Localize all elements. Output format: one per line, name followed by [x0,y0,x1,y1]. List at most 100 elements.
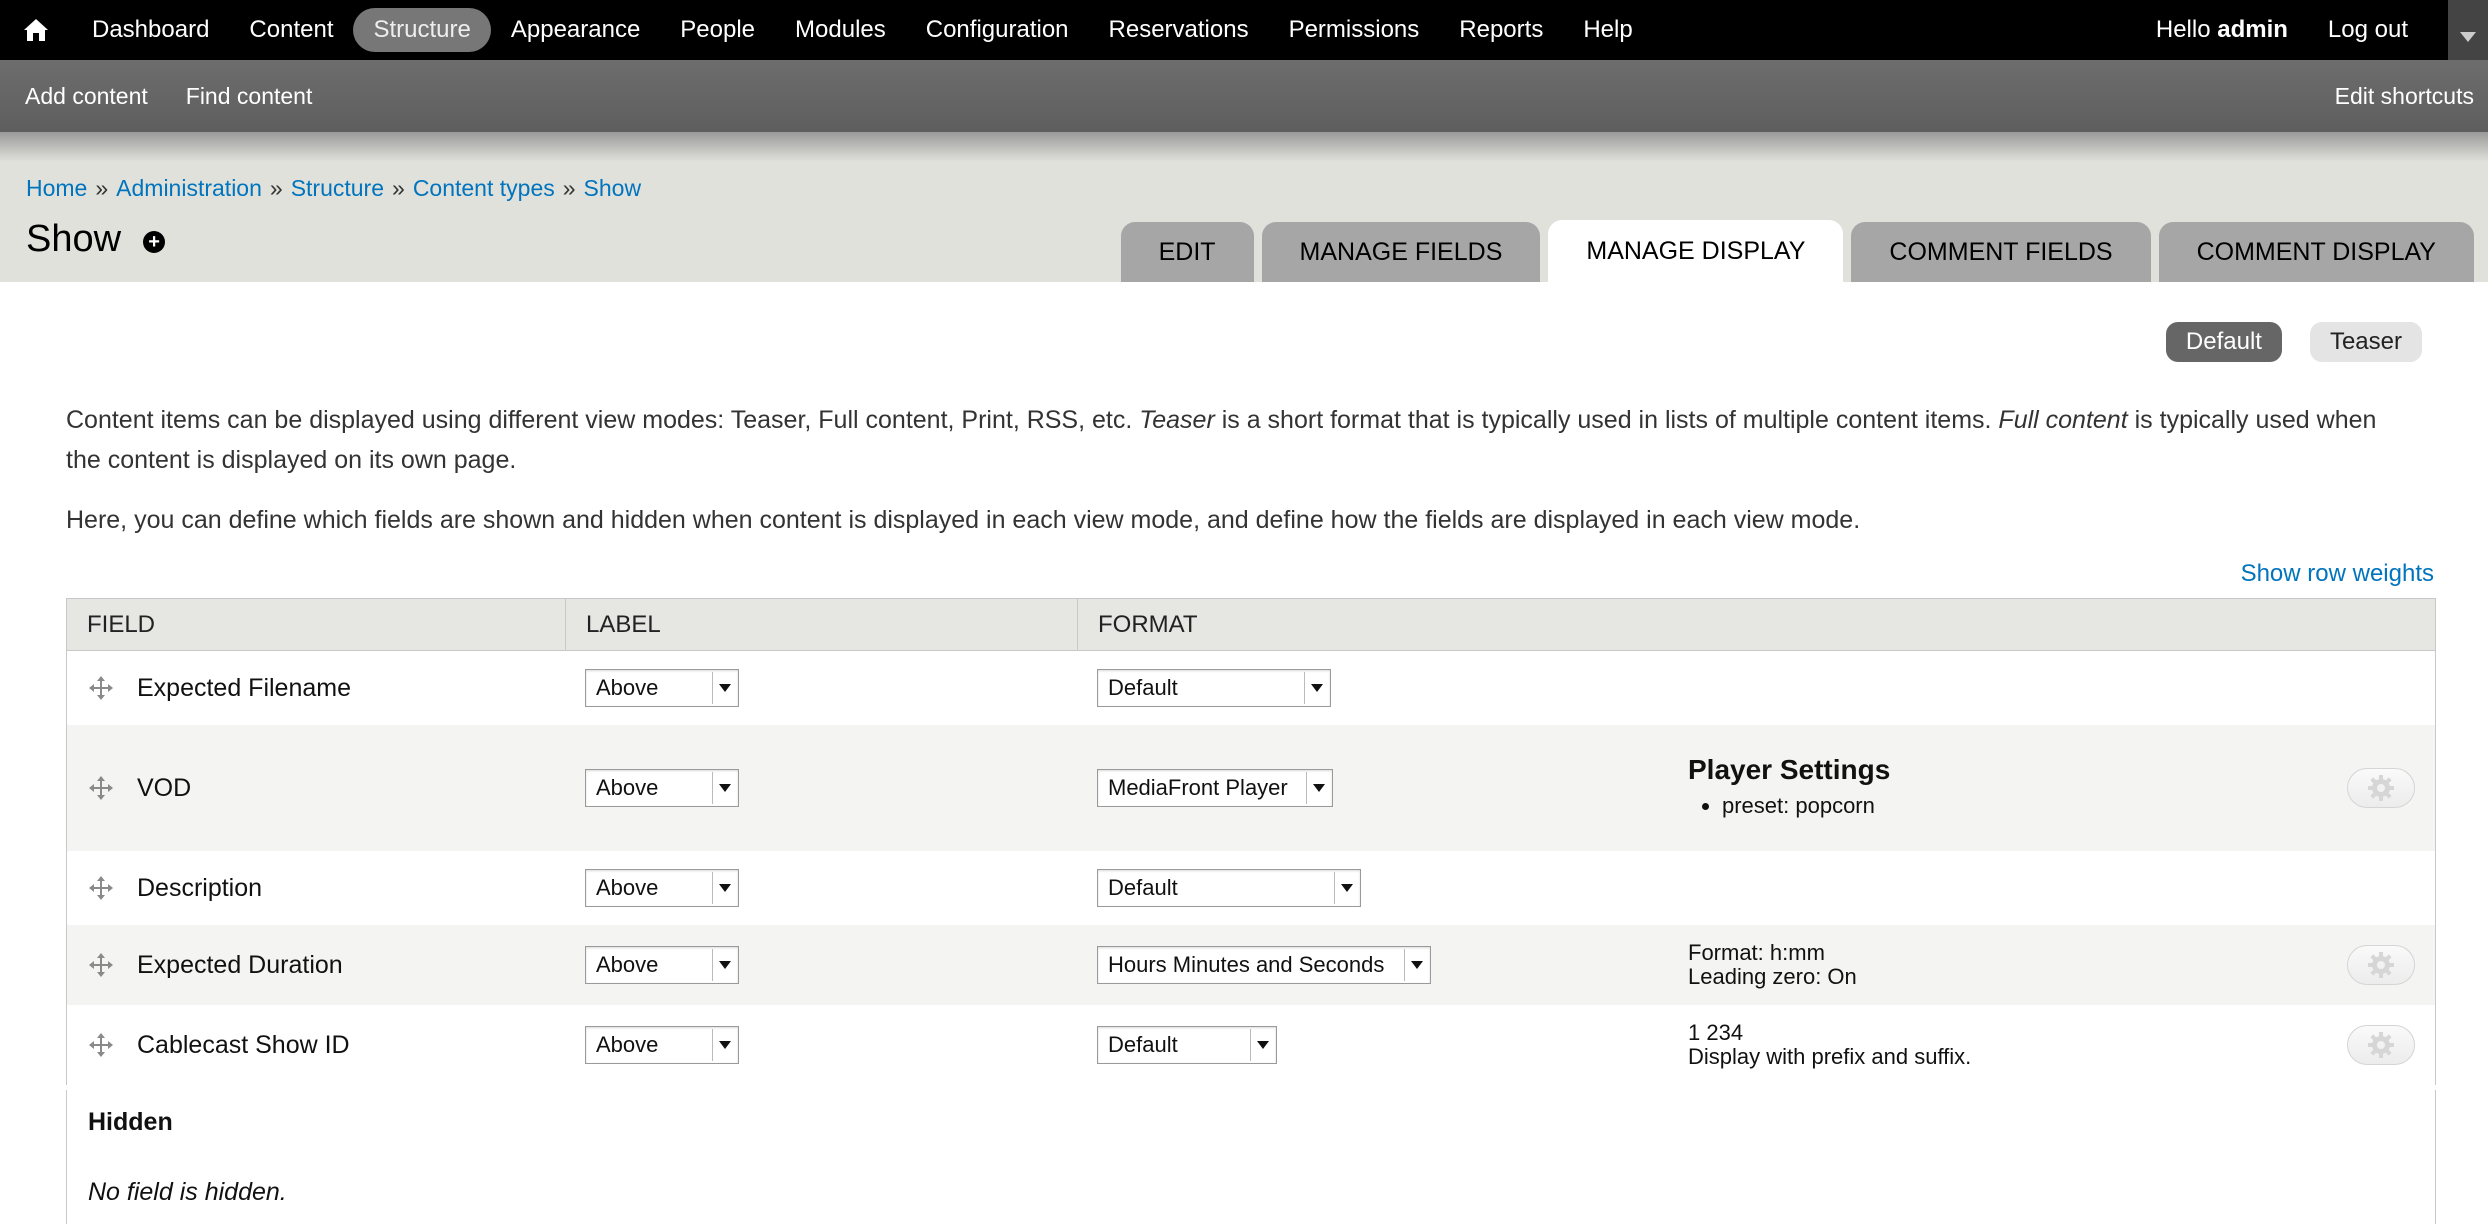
help-paragraph-1: Content items can be displayed using dif… [66,400,2406,480]
fields-table: FIELD LABEL FORMAT Expected Filename Abo… [66,598,2436,1085]
field-cell: Expected Filename [67,674,565,703]
chevron-down-icon [712,772,736,804]
label-cell: Above [565,769,1077,807]
edit-shortcuts-link[interactable]: Edit shortcuts [2335,83,2488,110]
label-select-value: Above [596,952,659,977]
format-select[interactable]: MediaFront Player [1097,769,1333,807]
format-select[interactable]: Default [1097,669,1331,707]
home-icon[interactable] [0,0,72,60]
drag-handle-icon[interactable] [87,951,115,979]
menu-permissions[interactable]: Permissions [1269,8,1440,52]
chevron-down-icon [1306,772,1330,804]
help-text-emphasis: Full content [1998,406,2128,434]
field-name: Description [137,873,263,902]
breadcrumb-separator: » [562,175,576,201]
label-select[interactable]: Above [585,1026,739,1064]
tab-manage-fields[interactable]: Manage fields [1261,222,1541,282]
chevron-down-icon [1404,949,1428,981]
shortcut-find-content[interactable]: Find content [161,83,326,110]
menu-people[interactable]: People [660,8,775,52]
menu-content[interactable]: Content [229,8,353,52]
label-select[interactable]: Above [585,946,739,984]
breadcrumb-home[interactable]: Home [26,175,87,201]
drag-handle-icon[interactable] [87,1031,115,1059]
breadcrumb-structure[interactable]: Structure [291,175,384,201]
format-select-value: Default [1108,875,1178,900]
field-name: Cablecast Show ID [137,1030,350,1059]
page-title-text: Show [26,218,122,260]
toolbar-shadow [0,132,2488,162]
main-content: Default Teaser Content items can be disp… [0,282,2488,1224]
table-row: Expected Duration Above Hours Minutes an… [67,925,2435,1005]
table-border [2435,1090,2436,1224]
drag-handle-icon[interactable] [87,774,115,802]
add-shortcut-icon[interactable] [143,230,166,253]
breadcrumb-administration[interactable]: Administration [116,175,262,201]
menu-dashboard[interactable]: Dashboard [72,8,229,52]
format-cell: Hours Minutes and Seconds [1077,946,1688,984]
field-cell: Cablecast Show ID [67,1031,565,1060]
summary-line: 1 234 [1688,1020,1744,1045]
tab-manage-display[interactable]: Manage display [1548,220,1844,282]
tab-comment-fields[interactable]: Comment fields [1851,222,2151,282]
label-select[interactable]: Above [585,769,739,807]
username-link[interactable]: admin [2217,16,2288,43]
gear-icon [2368,952,2394,978]
label-select-value: Above [596,675,659,700]
toolbar-toggle-button[interactable] [2448,0,2488,60]
page-title: Show [26,218,166,261]
label-select[interactable]: Above [585,669,739,707]
format-select[interactable]: Default [1097,869,1361,907]
toolbar-user-area: Hello admin Log out [2156,0,2488,60]
show-row-weights-link[interactable]: Show row weights [2241,560,2434,588]
drag-handle-icon[interactable] [87,674,115,702]
summary-line: Display with prefix and suffix. [1688,1044,1972,1069]
help-text-emphasis: Teaser [1139,406,1215,434]
summary-cell: 1 234 Display with prefix and suffix. [1688,1021,2435,1069]
format-select[interactable]: Default [1097,1026,1277,1064]
settings-button[interactable] [2347,1025,2415,1065]
menu-reservations[interactable]: Reservations [1089,8,1269,52]
settings-button[interactable] [2347,945,2415,985]
field-name: Expected Filename [137,673,352,702]
header-field: FIELD [87,610,156,638]
label-select-value: Above [596,875,659,900]
label-select[interactable]: Above [585,869,739,907]
menu-reports[interactable]: Reports [1439,8,1563,52]
greeting-prefix: Hello [2155,16,2211,43]
tab-comment-display[interactable]: Comment display [2158,222,2474,282]
chevron-down-icon [712,672,736,704]
shortcut-add-content[interactable]: Add content [0,83,161,110]
menu-help[interactable]: Help [1563,8,1652,52]
view-mode-default[interactable]: Default [2165,322,2282,362]
menu-appearance[interactable]: Appearance [491,8,660,52]
settings-button[interactable] [2347,768,2415,808]
breadcrumb: Home » Administration » Structure » Content ty… [26,175,641,202]
header-format: FORMAT [1077,599,2435,650]
chevron-down-icon [1334,872,1358,904]
view-mode-teaser[interactable]: Teaser [2309,322,2422,362]
label-select-value: Above [596,1032,659,1057]
table-row: Cablecast Show ID Above Default 1 234 Di… [67,1005,2435,1085]
menu-configuration[interactable]: Configuration [906,8,1089,52]
field-cell: Description [67,874,565,903]
drag-handle-icon[interactable] [87,874,115,902]
menu-modules[interactable]: Modules [775,8,906,52]
menu-structure[interactable]: Structure [353,8,491,52]
logout-link[interactable]: Log out [2328,16,2408,44]
field-cell: Expected Duration [67,951,565,980]
tab-edit[interactable]: Edit [1120,222,1254,282]
breadcrumb-content-types[interactable]: Content types [413,175,555,201]
breadcrumb-show[interactable]: Show [584,175,642,201]
shortcuts-bar: Add content Find content Edit shortcuts [0,60,2488,132]
table-row: Description Above Default [67,851,2435,925]
label-cell: Above [565,946,1077,984]
chevron-down-icon [712,872,736,904]
user-greeting: Hello admin [2156,16,2288,44]
table-border [66,1090,67,1224]
chevron-down-icon [2460,32,2476,42]
label-select-value: Above [596,775,659,800]
gear-icon [2368,775,2394,801]
format-select[interactable]: Hours Minutes and Seconds [1097,946,1431,984]
table-header: FIELD LABEL FORMAT [67,599,2435,651]
